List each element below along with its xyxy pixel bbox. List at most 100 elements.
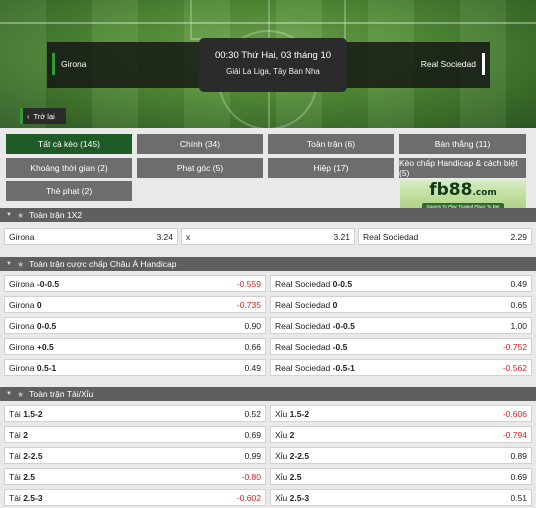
odds-value: 0.51 bbox=[510, 492, 527, 503]
home-team-name: Girona bbox=[61, 59, 87, 69]
odds-cell[interactable]: Real Sociedad -0.5-1 -0.562 bbox=[270, 359, 532, 376]
odds-value: 0.65 bbox=[510, 299, 527, 310]
odds-value: 0.49 bbox=[510, 278, 527, 289]
odds-line: 1.5-2 bbox=[23, 408, 43, 419]
odds-value: 0.69 bbox=[244, 429, 261, 440]
odds-cell[interactable]: Real Sociedad -0-0.5 1.00 bbox=[270, 317, 532, 334]
odds-team: Girona bbox=[9, 320, 35, 331]
section-header-1x2[interactable]: ▼ ★ Toàn trận 1X2 bbox=[0, 208, 536, 222]
odds-cell[interactable]: Tài 2.5-3 -0.602 bbox=[4, 489, 266, 506]
odds-cell[interactable]: Girona 0 -0.735 bbox=[4, 296, 266, 313]
odds-cell[interactable]: Girona 0.5-1 0.49 bbox=[4, 359, 266, 376]
odds-cell[interactable]: Tài 2-2.5 0.99 bbox=[4, 447, 266, 464]
collapse-triangle-icon: ▼ bbox=[6, 391, 12, 397]
filter-time-interval[interactable]: Khoảng thời gian (2) bbox=[6, 158, 132, 178]
back-button-label: Trở lại bbox=[33, 111, 55, 121]
star-icon[interactable]: ★ bbox=[17, 211, 24, 220]
filter-handicap-margin[interactable]: Kèo chấp Handicap & cách biệt (5) bbox=[399, 158, 526, 178]
away-team-marker bbox=[482, 53, 485, 75]
pitch-penalty-box bbox=[190, 0, 346, 40]
filter-cards[interactable]: Thẻ phạt (2) bbox=[6, 181, 132, 201]
odds-label: Real Sociedad bbox=[363, 231, 419, 242]
star-icon[interactable]: ★ bbox=[17, 390, 24, 399]
odds-cell[interactable]: x 3.21 bbox=[181, 228, 355, 245]
odds-label: Tài 2 bbox=[9, 430, 28, 440]
odds-cell[interactable]: Xỉu 2 -0.794 bbox=[270, 426, 532, 443]
odds-team: Real Sociedad bbox=[275, 278, 331, 289]
odds-line: 0-0.5 bbox=[36, 320, 57, 331]
odds-value: 3.21 bbox=[333, 231, 350, 242]
odds-value: -0.559 bbox=[236, 278, 261, 289]
odds-label: Tài 2.5-3 bbox=[9, 493, 43, 503]
fb88-logo: fb88.com bbox=[429, 180, 497, 200]
odds-label: x bbox=[186, 231, 191, 242]
odds-label: Girona -0-0.5 bbox=[9, 279, 59, 289]
odds-label: Xỉu 2 bbox=[275, 430, 294, 440]
match-hero: Girona 00:30 Thứ Hai, 03 tháng 10 Giải L… bbox=[0, 0, 536, 128]
odds-label: Girona +0.5 bbox=[9, 342, 54, 352]
odds-cell[interactable]: Girona 3.24 bbox=[4, 228, 178, 245]
odds-team: Girona bbox=[9, 299, 35, 310]
odds-value: 2.29 bbox=[510, 231, 527, 242]
odds-cell[interactable]: Real Sociedad 2.29 bbox=[358, 228, 532, 245]
odds-team: Tài bbox=[9, 492, 21, 503]
odds-cell[interactable]: Girona +0.5 0.66 bbox=[4, 338, 266, 355]
odds-value: 0.49 bbox=[244, 362, 261, 373]
odds-value: -0.794 bbox=[502, 429, 527, 440]
odds-team: Girona bbox=[9, 278, 35, 289]
odds-value: -0.602 bbox=[236, 492, 261, 503]
odds-cell[interactable]: Tài 2 0.69 bbox=[4, 426, 266, 443]
odds-team: Tài bbox=[9, 429, 21, 440]
odds-team: Girona bbox=[9, 341, 35, 352]
odds-line: 2 bbox=[23, 429, 28, 440]
odds-cell[interactable]: Xỉu 2.5-3 0.51 bbox=[270, 489, 532, 506]
filter-fulltime[interactable]: Toàn trận (6) bbox=[268, 134, 394, 154]
odds-team: Xỉu bbox=[275, 450, 288, 461]
odds-cell[interactable]: Xỉu 2-2.5 0.89 bbox=[270, 447, 532, 464]
odds-line: +0.5 bbox=[36, 341, 54, 352]
odds-label: Xỉu 1.5-2 bbox=[275, 409, 309, 419]
section-header-handicap[interactable]: ▼ ★ Toàn trận cược chấp Châu Á Handicap bbox=[0, 257, 536, 271]
odds-label: Xỉu 2.5 bbox=[275, 472, 302, 482]
odds-cell[interactable]: Girona 0-0.5 0.90 bbox=[4, 317, 266, 334]
collapse-triangle-icon: ▼ bbox=[6, 261, 12, 267]
odds-cell[interactable]: Xỉu 1.5-2 -0.606 bbox=[270, 405, 532, 422]
away-team-name: Real Sociedad bbox=[420, 59, 476, 69]
section-title: Toàn trận 1X2 bbox=[29, 210, 83, 220]
odds-value: 0.66 bbox=[244, 341, 261, 352]
odds-team: Real Sociedad bbox=[275, 341, 331, 352]
odds-cell[interactable]: Real Sociedad 0 0.65 bbox=[270, 296, 532, 313]
odds-team: Xỉu bbox=[275, 408, 288, 419]
odds-cell[interactable]: Real Sociedad -0.5 -0.752 bbox=[270, 338, 532, 355]
section-header-over-under[interactable]: ▼ ★ Toàn trận Tài/Xỉu bbox=[0, 387, 536, 401]
filter-goals[interactable]: Bàn thắng (11) bbox=[399, 134, 526, 154]
odds-label: Real Sociedad 0 bbox=[275, 300, 337, 310]
odds-cell[interactable]: Girona -0-0.5 -0.559 bbox=[4, 275, 266, 292]
chevron-left-icon: ‹ bbox=[27, 111, 30, 121]
odds-team: Real Sociedad bbox=[275, 362, 331, 373]
filter-half[interactable]: Hiệp (17) bbox=[268, 158, 394, 178]
odds-cell[interactable]: Tài 1.5-2 0.52 bbox=[4, 405, 266, 422]
odds-label: Real Sociedad 0-0.5 bbox=[275, 279, 352, 289]
odds-cell[interactable]: Tài 2.5 -0.80 bbox=[4, 468, 266, 485]
odds-cell[interactable]: Real Sociedad 0-0.5 0.49 bbox=[270, 275, 532, 292]
odds-label: Girona bbox=[9, 231, 35, 242]
star-icon[interactable]: ★ bbox=[17, 260, 24, 269]
odds-label: Girona 0.5-1 bbox=[9, 363, 56, 373]
odds-line: 2.5-3 bbox=[289, 492, 310, 503]
odds-line: 0-0.5 bbox=[332, 278, 353, 289]
odds-line: 2.5 bbox=[289, 471, 302, 482]
filter-corners[interactable]: Phạt góc (5) bbox=[137, 158, 263, 178]
filter-all[interactable]: Tất cả kèo (145) bbox=[6, 134, 132, 154]
odds-line: -0.5-1 bbox=[332, 362, 355, 373]
odds-cell[interactable]: Xỉu 2.5 0.69 bbox=[270, 468, 532, 485]
filter-main[interactable]: Chính (34) bbox=[137, 134, 263, 154]
odds-line: -0.5 bbox=[332, 341, 348, 352]
odds-team: Xỉu bbox=[275, 492, 288, 503]
odds-label: Xỉu 2-2.5 bbox=[275, 451, 309, 461]
odds-label: Real Sociedad -0.5-1 bbox=[275, 363, 355, 373]
odds-team: Xỉu bbox=[275, 429, 288, 440]
odds-line: -0-0.5 bbox=[332, 320, 355, 331]
odds-value: 1.00 bbox=[510, 320, 527, 331]
back-button[interactable]: ‹ Trở lại bbox=[20, 108, 66, 124]
